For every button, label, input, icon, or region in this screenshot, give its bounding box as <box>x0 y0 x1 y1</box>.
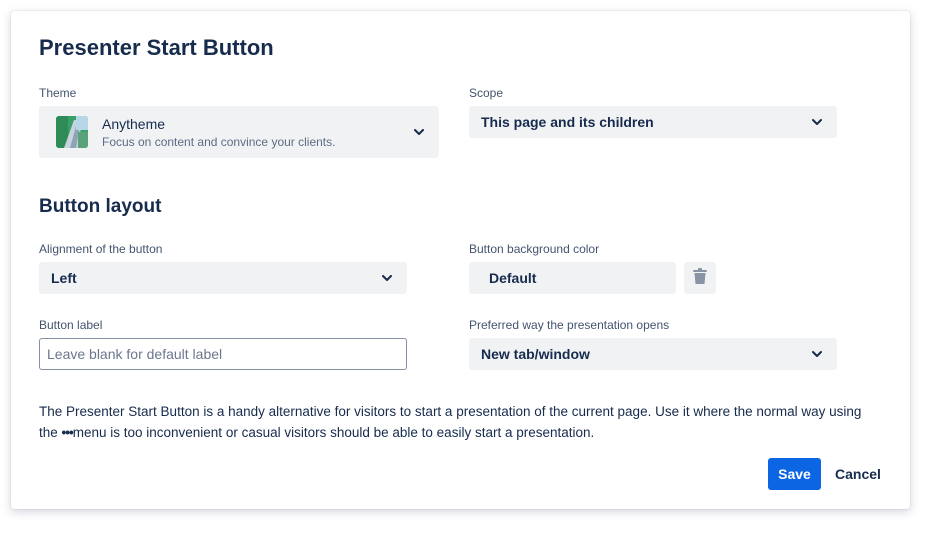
bg-color-value: Default <box>489 270 537 286</box>
bg-color-label: Button background color <box>469 242 600 256</box>
button-label-label: Button label <box>39 318 103 332</box>
alignment-value: Left <box>51 270 77 286</box>
theme-description: Focus on content and convince your clien… <box>102 134 336 149</box>
theme-name: Anytheme <box>102 115 166 132</box>
theme-select[interactable]: Anytheme Focus on content and convince y… <box>39 106 439 158</box>
scope-value: This page and its children <box>481 114 654 130</box>
chevron-down-icon <box>805 342 829 366</box>
trash-icon <box>693 267 707 289</box>
cancel-button[interactable]: Cancel <box>827 458 889 490</box>
chevron-down-icon <box>805 110 829 134</box>
bg-color-picker[interactable]: Default <box>469 262 676 294</box>
theme-label: Theme <box>39 86 77 100</box>
scope-select[interactable]: This page and its children <box>469 106 837 138</box>
theme-thumbnail <box>56 116 88 148</box>
opens-value: New tab/window <box>481 346 590 362</box>
description-text: The Presenter Start Button is a handy al… <box>39 401 879 443</box>
alignment-label: Alignment of the button <box>39 242 163 256</box>
chevron-down-icon <box>407 120 431 144</box>
opens-label: Preferred way the presentation opens <box>469 318 670 332</box>
button-layout-heading: Button layout <box>39 196 162 217</box>
dialog-title: Presenter Start Button <box>39 35 274 60</box>
save-button[interactable]: Save <box>768 458 821 490</box>
alignment-select[interactable]: Left <box>39 262 407 294</box>
scope-label: Scope <box>469 86 504 100</box>
description-part2: menu is too inconvenient or casual visit… <box>72 425 595 440</box>
clear-color-button[interactable] <box>684 262 716 294</box>
chevron-down-icon <box>375 266 399 290</box>
more-menu-icon: ••• <box>61 425 74 440</box>
presenter-start-button-dialog: Presenter Start Button Theme Anytheme Fo… <box>11 11 910 509</box>
button-label-input[interactable] <box>39 338 407 370</box>
opens-select[interactable]: New tab/window <box>469 338 837 370</box>
